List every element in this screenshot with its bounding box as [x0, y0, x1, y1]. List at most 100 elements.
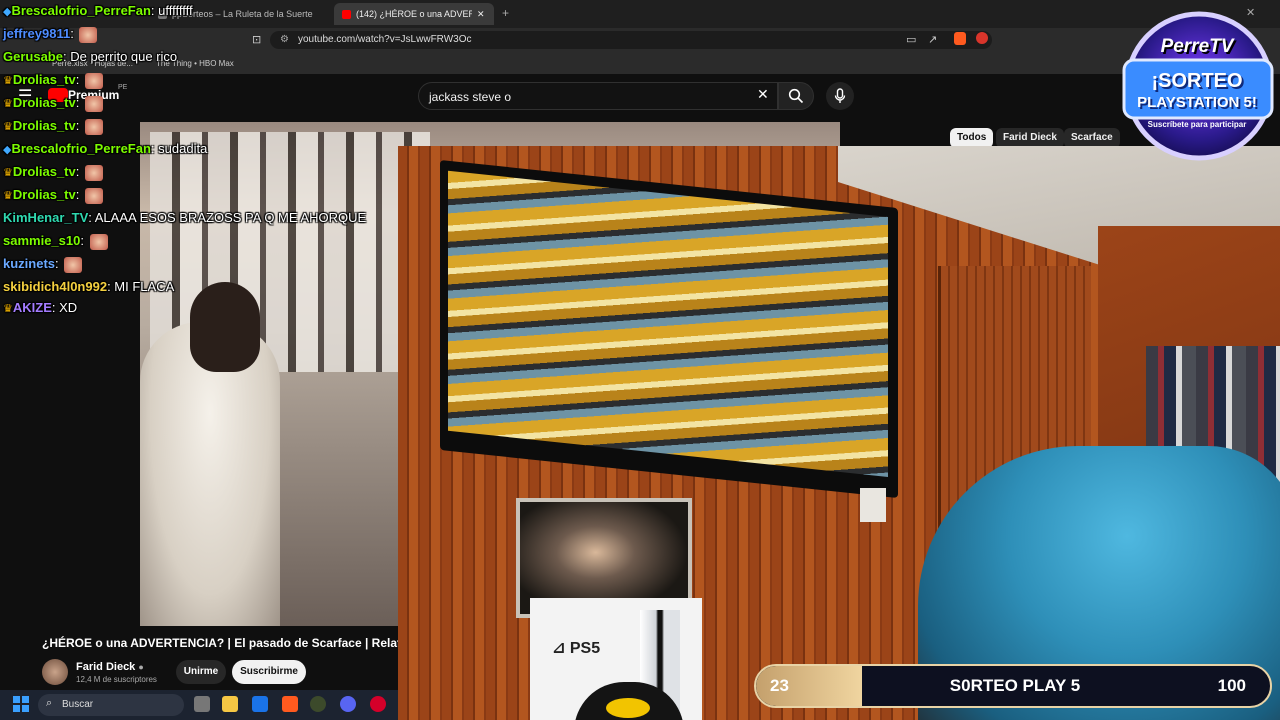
chat-message: ◆Brescalofrio_PerreFan: uffffffff: [3, 3, 193, 18]
giveaway-channel: PerreTV: [1160, 36, 1234, 57]
brave-browser-icon[interactable]: [282, 696, 298, 712]
chat-message: skibidich4l0n992: MI FLACA: [3, 279, 174, 294]
chat-message: ♛Drolias_tv:: [3, 72, 103, 89]
windows-start-icon[interactable]: [13, 696, 29, 712]
chat-username[interactable]: sammie_s10: [3, 233, 80, 248]
new-tab-button[interactable]: +: [502, 6, 509, 20]
subscriber-count: 12,4 M de suscriptores: [76, 675, 157, 684]
chat-message: KimHenar_TV: ALAAA ESOS BRAZOSS PA Q ME …: [3, 210, 366, 225]
crown-badge-icon: ♛: [3, 303, 13, 315]
crown-badge-icon: ♛: [3, 167, 13, 179]
crown-badge-icon: ♛: [3, 98, 13, 110]
search-button[interactable]: [778, 82, 814, 110]
obs-icon[interactable]: [310, 696, 326, 712]
chat-message: ♛Drolias_tv:: [3, 164, 103, 181]
video-frame-head: [190, 282, 260, 372]
brave-rewards-icon[interactable]: [976, 32, 988, 44]
chat-emote-icon: [89, 233, 108, 250]
share-icon[interactable]: ↗: [928, 33, 937, 46]
chat-emote-icon: [79, 26, 98, 43]
tab-close-icon[interactable]: ✕: [477, 9, 485, 20]
subscribe-button[interactable]: Suscribirme: [232, 660, 306, 684]
tab-youtube-video[interactable]: (142) ¿HÉROE o una ADVERTENC ✕: [334, 3, 494, 25]
chat-username[interactable]: KimHenar_TV: [3, 210, 88, 225]
batman-logo-icon: [606, 698, 650, 718]
giveaway-progress-bar: 23 S0RTEO PLAY 5 100: [754, 664, 1272, 708]
chat-text: De perrito que rico: [70, 49, 178, 64]
outlook-icon[interactable]: [252, 696, 268, 712]
verified-icon: ●: [138, 662, 144, 672]
giveaway-badge: PerreTV ¡SORTEO PLAYSTATION 5! Suscríbet…: [1114, 8, 1280, 162]
chat-username[interactable]: Drolias_tv: [13, 95, 76, 110]
search-icon: [788, 88, 804, 104]
chat-emote-icon: [64, 256, 83, 273]
chat-text: sudadita: [158, 141, 208, 156]
opera-gx-icon[interactable]: [370, 696, 386, 712]
chat-separator: :: [75, 72, 83, 87]
chat-username[interactable]: Gerusabe: [3, 49, 63, 64]
giveaway-subtitle: Suscríbete para participar: [1147, 120, 1247, 129]
chat-username[interactable]: Brescalofrio_PerreFan: [11, 141, 150, 156]
chat-username[interactable]: Drolias_tv: [13, 187, 76, 202]
chat-message: jeffrey9811:: [3, 26, 98, 43]
chat-message: ◆Brescalofrio_PerreFan: sudadita: [3, 141, 207, 156]
channel-avatar[interactable]: [42, 659, 68, 685]
brave-shield-icon[interactable]: [954, 32, 966, 45]
chat-username[interactable]: kuzinets: [3, 256, 55, 271]
crown-badge-icon: ♛: [3, 190, 13, 202]
progress-goal: 100: [1217, 676, 1246, 695]
channel-name[interactable]: Farid Dieck ●: [76, 661, 144, 673]
chat-username[interactable]: Drolias_tv: [13, 164, 76, 179]
chat-separator: :: [55, 256, 63, 271]
task-view-icon[interactable]: [194, 696, 210, 712]
chat-message: sammie_s10:: [3, 233, 108, 250]
chat-separator: :: [75, 187, 83, 202]
search-input[interactable]: jackass steve o: [418, 82, 778, 110]
chat-emote-icon: [84, 95, 103, 112]
join-button[interactable]: Unirme: [176, 660, 226, 684]
chat-separator: :: [70, 26, 78, 41]
chip-farid-dieck[interactable]: Farid Dieck: [996, 128, 1064, 148]
chat-separator: :: [75, 118, 83, 133]
chat-username[interactable]: AKIZE: [13, 300, 52, 315]
tv-screen: [448, 170, 888, 478]
cast-icon[interactable]: ▭: [906, 33, 916, 46]
chat-username[interactable]: Drolias_tv: [13, 72, 76, 87]
crown-badge-icon: ♛: [3, 75, 13, 87]
webcam-feed: ⊿ PS5: [398, 146, 1280, 720]
site-info-icon[interactable]: ⚙: [280, 34, 289, 45]
chip-scarface[interactable]: Scarface: [1064, 128, 1120, 148]
crown-badge-icon: ♛: [3, 121, 13, 133]
clear-search-icon[interactable]: ✕: [757, 86, 769, 103]
chat-text: ALAAA ESOS BRAZOSS PA Q ME AHORQUE: [94, 210, 367, 225]
chat-emote-icon: [84, 118, 103, 135]
chat-emote-icon: [84, 72, 103, 89]
chat-username[interactable]: skibidich4l0n992: [3, 279, 107, 294]
chat-message: ♛AKIZE: XD: [3, 300, 77, 315]
taskbar-search-input[interactable]: Buscar: [38, 694, 184, 716]
region-code: PE: [118, 84, 128, 91]
chip-todos[interactable]: Todos: [950, 128, 994, 148]
discord-icon[interactable]: [340, 696, 356, 712]
giveaway-title-line1: ¡SORTEO: [1151, 70, 1243, 92]
chat-emote-icon: [84, 164, 103, 181]
chat-message: kuzinets:: [3, 256, 83, 273]
file-explorer-icon[interactable]: [222, 696, 238, 712]
voice-search-button[interactable]: [826, 82, 854, 110]
bookmark-icon[interactable]: ⊡: [252, 33, 261, 46]
chat-message: Gerusabe: De perrito que rico: [3, 49, 177, 64]
wall-tv: [440, 159, 898, 499]
chat-text: MI FLACA: [114, 279, 175, 294]
chat-separator: :: [80, 233, 88, 248]
url-field[interactable]: youtube.com/watch?v=JsLwwFRW3Oc: [270, 31, 992, 49]
channel-name-text: Farid Dieck: [76, 661, 136, 673]
chat-username[interactable]: jeffrey9811: [3, 26, 70, 41]
chat-username[interactable]: Brescalofrio_PerreFan: [11, 3, 150, 18]
chat-username[interactable]: Drolias_tv: [13, 118, 76, 133]
video-title: ¿HÉROE o una ADVERTENCIA? | El pasado de…: [42, 636, 398, 650]
chat-text: XD: [59, 300, 78, 315]
chat-message: ♛Drolias_tv:: [3, 118, 103, 135]
chat-separator: :: [75, 95, 83, 110]
chat-message: ♛Drolias_tv:: [3, 95, 103, 112]
giveaway-title-line2: PLAYSTATION 5!: [1137, 94, 1257, 111]
